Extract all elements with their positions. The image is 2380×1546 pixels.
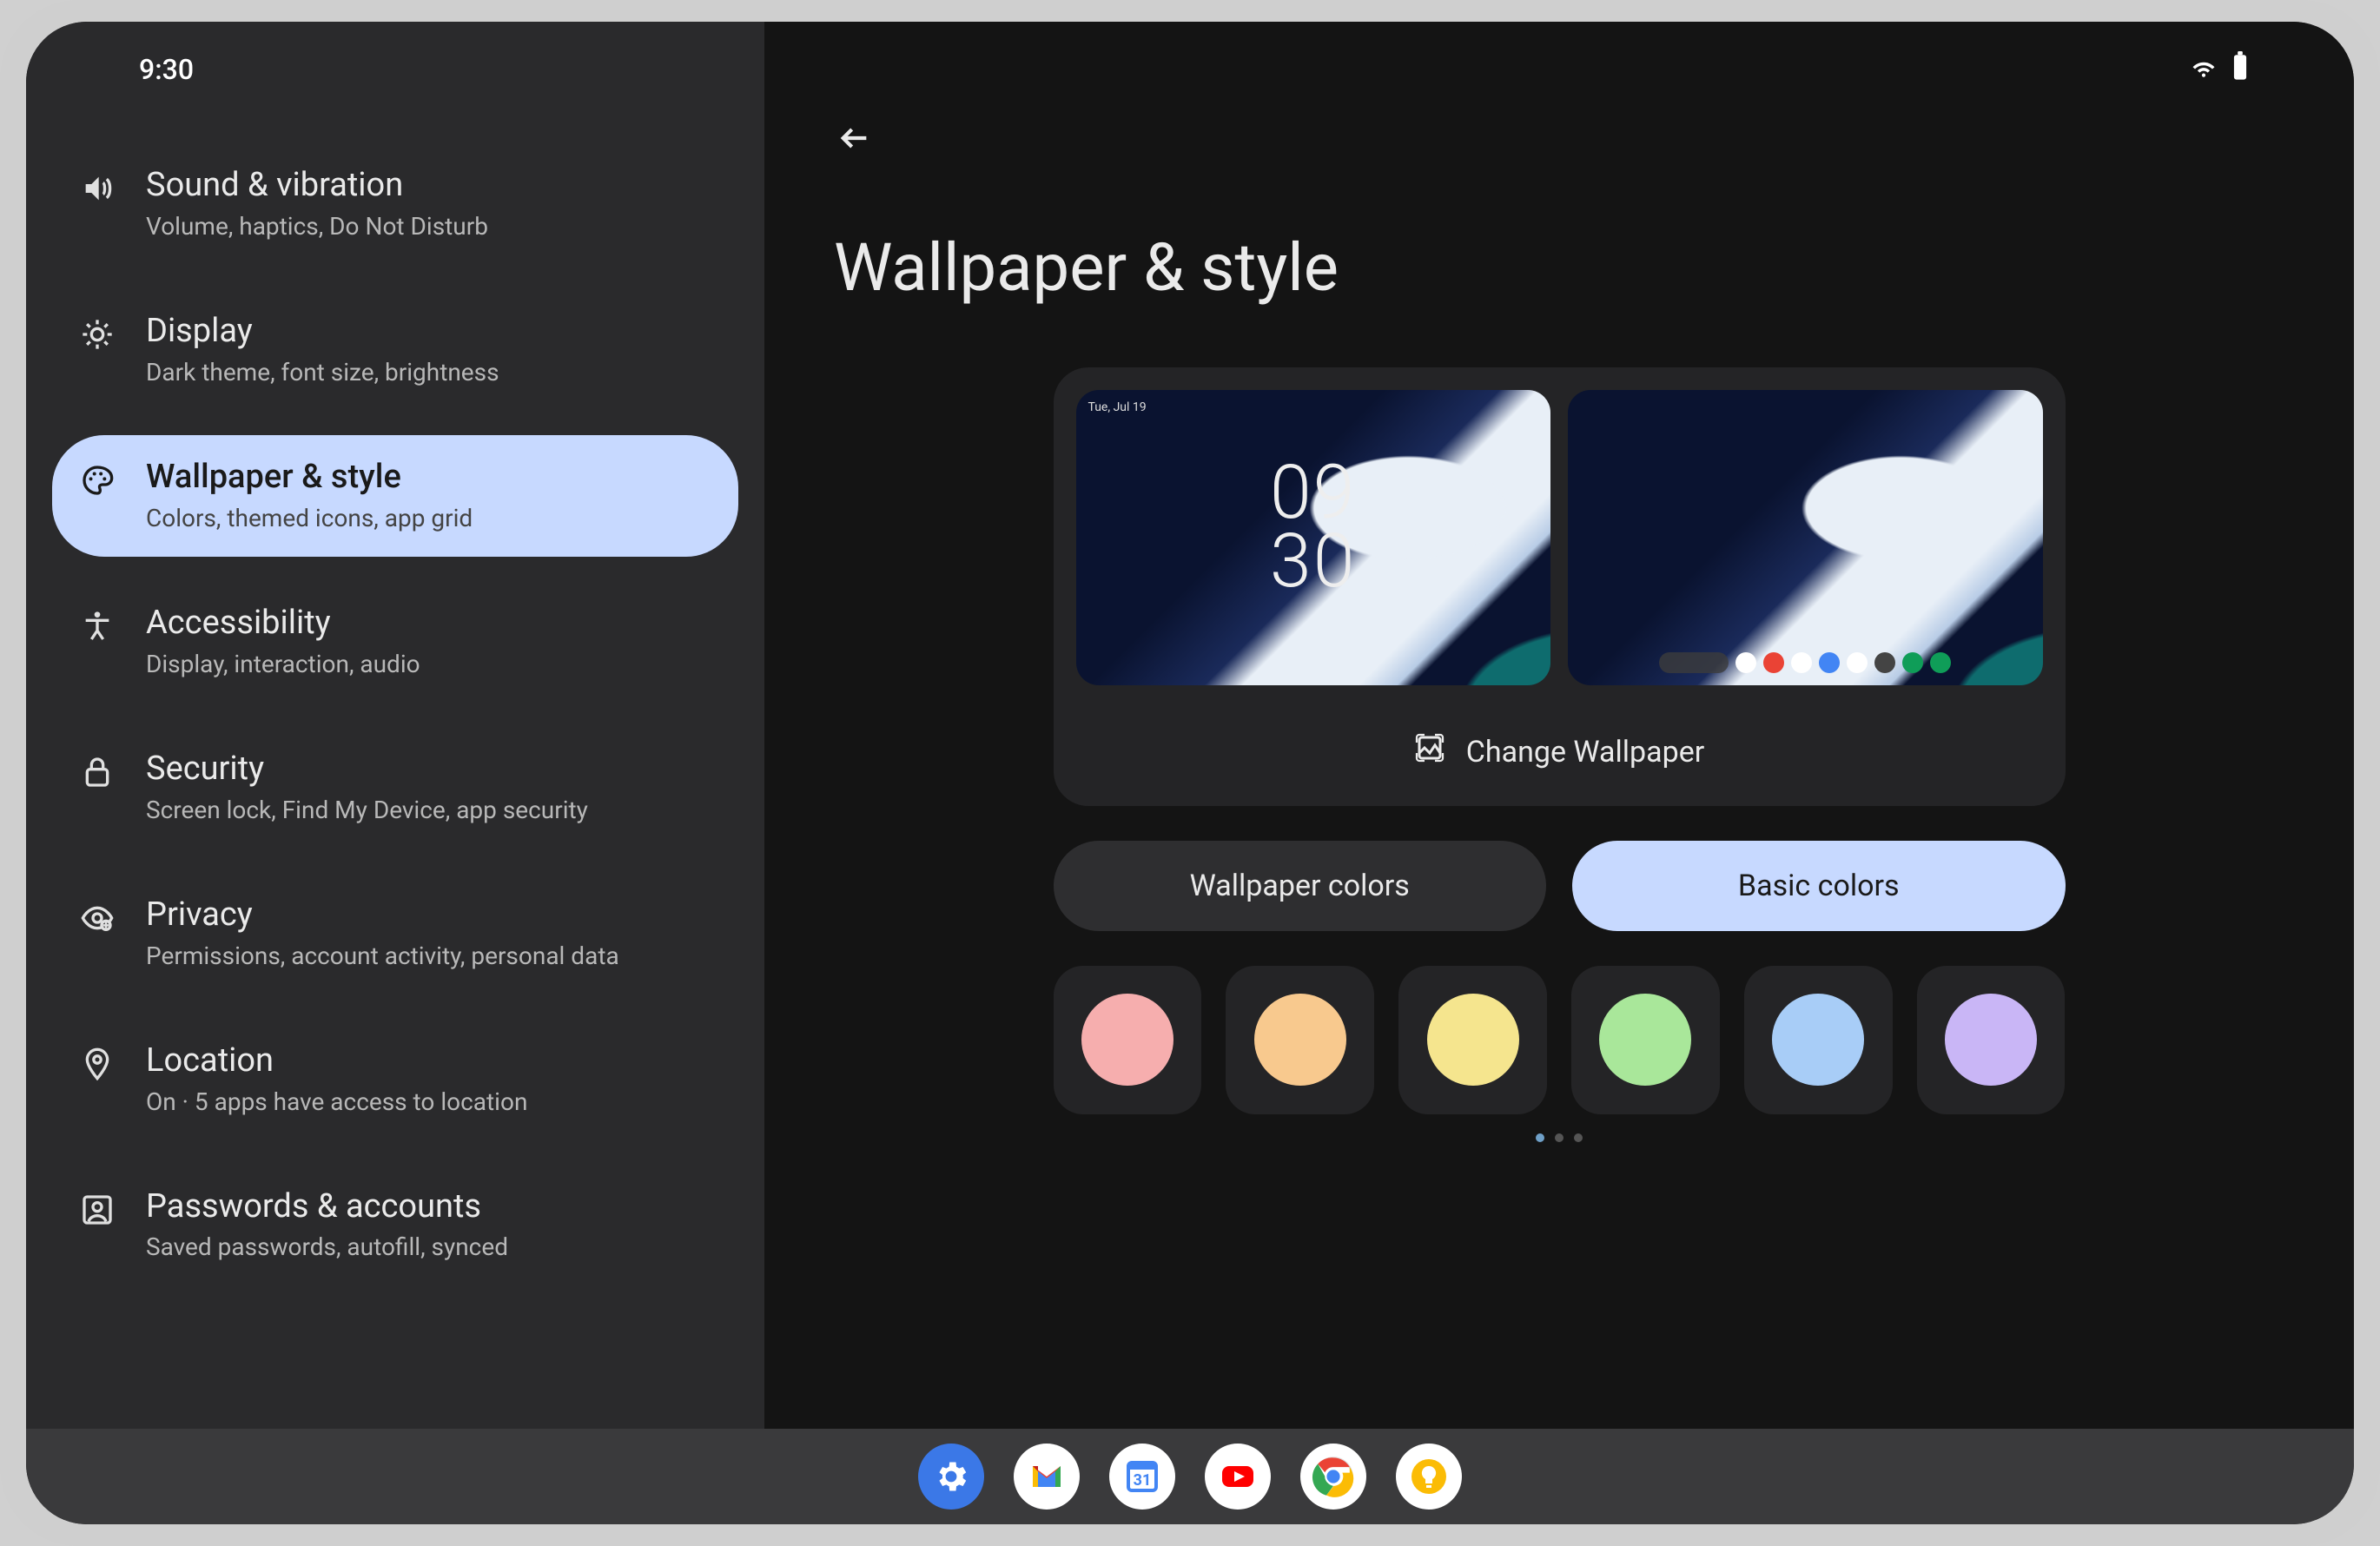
color-swatch-blue[interactable] [1744,966,1893,1114]
color-swatch-orange[interactable] [1226,966,1374,1114]
lockscreen-preview[interactable]: Tue, Jul 19 09 30 [1076,390,1551,685]
change-wallpaper-label: Change Wallpaper [1466,735,1705,770]
status-time: 9:30 [139,53,194,86]
sidebar-title: Display [146,312,712,352]
color-swatch-purple[interactable] [1917,966,2066,1114]
volume-icon [78,169,116,208]
sidebar-subtitle: On · 5 apps have access to location [146,1087,712,1118]
app-settings-icon[interactable] [918,1444,984,1510]
pager-dots [834,1133,2284,1142]
sidebar-title: Passwords & accounts [146,1187,712,1227]
sidebar-subtitle: Screen lock, Find My Device, app securit… [146,795,712,826]
taskbar: 31 [26,1429,2354,1524]
palette-icon [78,461,116,499]
app-chrome-icon[interactable] [1300,1444,1366,1510]
main-content: Wallpaper & style Tue, Jul 19 09 30 [764,22,2354,1429]
sidebar-item-privacy[interactable]: Privacy Permissions, account activity, p… [52,873,738,994]
app-keep-icon[interactable] [1396,1444,1462,1510]
wifi-icon [2189,51,2218,88]
homescreen-preview[interactable] [1568,390,2043,685]
lock-icon [78,753,116,791]
privacy-eye-icon [78,899,116,937]
location-pin-icon [78,1045,116,1083]
tab-label: Basic colors [1738,869,1900,903]
sidebar-title: Accessibility [146,604,712,644]
tablet-screen: 9:30 Sound & vibratio [26,22,2354,1524]
sidebar-subtitle: Saved passwords, autofill, synced [146,1232,712,1263]
color-swatch-pink[interactable] [1054,966,1202,1114]
wallpaper-picker-icon [1414,732,1445,771]
account-box-icon [78,1191,116,1229]
brightness-icon [78,315,116,353]
change-wallpaper-button[interactable]: Change Wallpaper [1076,711,2043,783]
accessibility-icon [78,607,116,645]
sidebar-title: Security [146,750,712,790]
app-gmail-icon[interactable] [1014,1444,1080,1510]
battery-icon [2231,51,2250,88]
sidebar-item-security[interactable]: Security Screen lock, Find My Device, ap… [52,727,738,849]
back-button[interactable] [834,117,876,159]
tab-wallpaper-colors[interactable]: Wallpaper colors [1054,841,1547,931]
sidebar-item-sound[interactable]: Sound & vibration Volume, haptics, Do No… [52,143,738,265]
sidebar-subtitle: Dark theme, font size, brightness [146,357,712,388]
color-swatch-green[interactable] [1571,966,1720,1114]
status-bar: 9:30 [26,48,2354,91]
sidebar-subtitle: Display, interaction, audio [146,649,712,680]
status-right [2189,51,2250,88]
sidebar-item-accessibility[interactable]: Accessibility Display, interaction, audi… [52,581,738,703]
sidebar-item-location[interactable]: Location On · 5 apps have access to loca… [52,1019,738,1140]
color-tabs: Wallpaper colors Basic colors [1054,841,2066,931]
sidebar-item-display[interactable]: Display Dark theme, font size, brightnes… [52,289,738,411]
sidebar-title: Sound & vibration [146,166,712,206]
sidebar-item-wallpaper[interactable]: Wallpaper & style Colors, themed icons, … [52,435,738,557]
svg-text:31: 31 [1134,1471,1152,1490]
wallpaper-card: Tue, Jul 19 09 30 [1054,367,2066,806]
app-calendar-icon[interactable]: 31 [1109,1444,1175,1510]
sidebar-item-passwords[interactable]: Passwords & accounts Saved passwords, au… [52,1165,738,1286]
page-title: Wallpaper & style [834,228,2284,307]
tab-basic-colors[interactable]: Basic colors [1572,841,2066,931]
lock-minute: 30 [1270,517,1356,605]
app-youtube-icon[interactable] [1205,1444,1271,1510]
sidebar-subtitle: Volume, haptics, Do Not Disturb [146,211,712,242]
settings-sidebar: Sound & vibration Volume, haptics, Do No… [26,22,764,1429]
color-swatches [1054,966,2066,1114]
sidebar-subtitle: Colors, themed icons, app grid [146,503,712,534]
sidebar-title: Privacy [146,895,712,935]
sidebar-title: Location [146,1041,712,1081]
preview-dock [1659,652,1951,673]
tablet-frame: 9:30 Sound & vibratio [0,0,2380,1546]
sidebar-title: Wallpaper & style [146,458,712,498]
sidebar-subtitle: Permissions, account activity, personal … [146,941,712,972]
color-swatch-yellow[interactable] [1398,966,1547,1114]
tab-label: Wallpaper colors [1190,869,1410,903]
